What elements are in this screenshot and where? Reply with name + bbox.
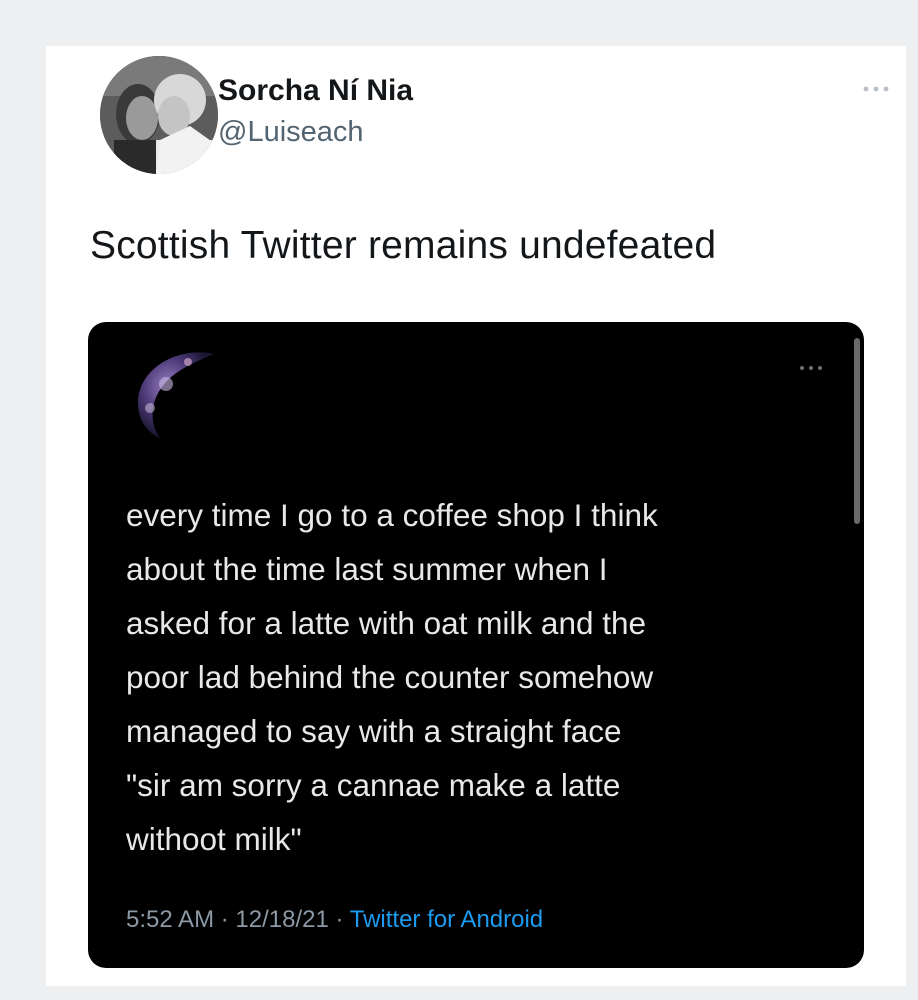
author-name[interactable]: Sorcha Ní Nia [218,74,413,108]
embedded-text-line: every time I go to a coffee shop I think [126,497,658,533]
author-avatar[interactable] [100,56,218,174]
avatar-photo-icon [100,56,218,174]
more-options-icon[interactable] [862,82,890,94]
embedded-text-line: managed to say with a straight face [126,713,622,749]
tweet-text: Scottish Twitter remains undefeated [90,224,717,267]
embedded-text-line: about the time last summer when I [126,551,608,587]
embedded-text-line: withoot milk" [126,821,302,857]
author-handle[interactable]: @Luiseach [218,116,364,149]
embedded-text-line: poor lad behind the counter somehow [126,659,654,695]
embedded-tweet-meta: 5:52 AM · 12/18/21 · Twitter for Android [126,906,543,934]
embedded-more-icon [798,360,824,370]
embedded-time: 5:52 AM [126,906,215,933]
embedded-screenshot[interactable]: every time I go to a coffee shop I think… [88,322,864,968]
embedded-avatar-icon [126,338,230,442]
embedded-text-line: asked for a latte with oat milk and the [126,605,647,641]
embedded-date: 12/18/21 [235,906,329,933]
tweet-card: Sorcha Ní Nia @Luiseach Scottish Twitter… [46,46,906,986]
meta-separator: · [220,906,229,933]
meta-separator: · [335,906,344,933]
embedded-source-link[interactable]: Twitter for Android [350,906,543,933]
embedded-tweet-text: every time I go to a coffee shop I think… [126,488,846,866]
embedded-scrollbar [854,338,860,524]
embedded-text-line: "sir am sorry a cannae make a latte [126,767,621,803]
